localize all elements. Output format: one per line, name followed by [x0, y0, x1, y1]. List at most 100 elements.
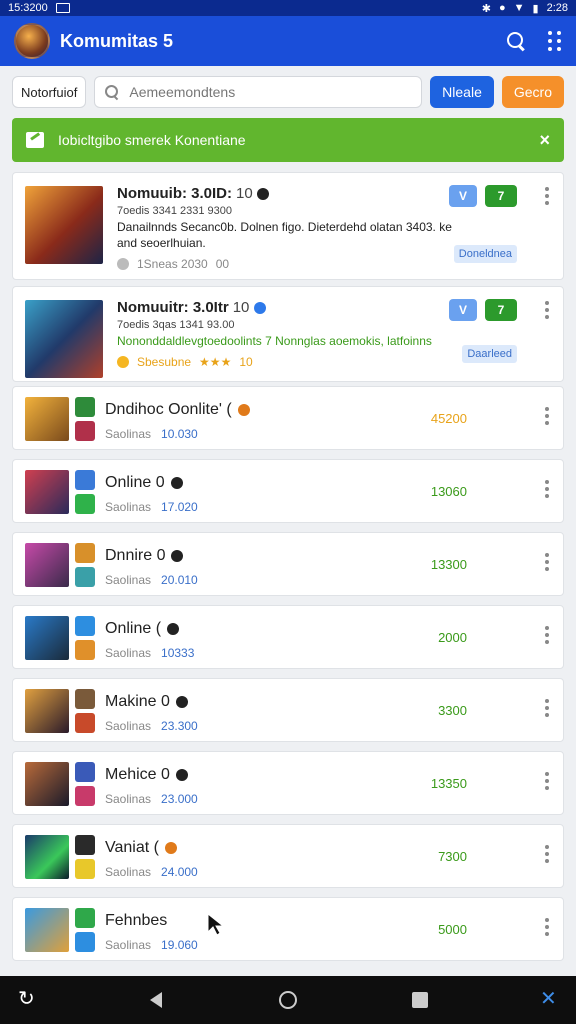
more-options-icon[interactable]: [545, 845, 549, 863]
sync-icon: ●: [498, 2, 506, 14]
close-icon[interactable]: ✕: [540, 986, 560, 1010]
recents-icon[interactable]: [412, 992, 428, 1008]
notification-banner: Iobicltgibo smerek Konentiane ×: [12, 118, 564, 162]
list-item[interactable]: Online 0 Saolinas 17.020 13060: [12, 459, 564, 523]
game-thumbnail: [25, 689, 69, 733]
search-icon: [105, 85, 119, 99]
more-options-icon[interactable]: [545, 626, 549, 644]
list-item[interactable]: Dnnire 0 Saolinas 20.010 13300: [12, 532, 564, 596]
item-price: 13350: [430, 776, 467, 791]
list-item[interactable]: Fehnbes Saolinas 19.060 5000: [12, 897, 564, 961]
item-subtitle: Saolinas 10333: [105, 646, 195, 660]
game-thumbnail: [25, 616, 69, 660]
app-icon: [75, 689, 95, 709]
item-title: Mehice 0: [105, 766, 188, 784]
mouse-cursor-icon: [207, 912, 225, 936]
badge-icon: [170, 477, 183, 489]
item-subtitle: Saolinas 20.010: [105, 573, 198, 587]
more-options-icon[interactable]: [545, 407, 549, 425]
item-subtitle: Saolinas 24.000: [105, 865, 198, 879]
system-nav-bar: ↻ ✕: [0, 976, 576, 1024]
app-icon: [75, 713, 95, 733]
verify-button[interactable]: V: [449, 299, 477, 321]
secondary-button[interactable]: Gecro: [501, 76, 564, 108]
item-price: 13300: [430, 557, 467, 572]
app-icon: [75, 397, 95, 417]
badge-icon: [253, 302, 266, 315]
list-item[interactable]: Online ( Saolinas 10333 2000: [12, 605, 564, 669]
status-time-right: 2:28: [546, 2, 568, 14]
list-item[interactable]: Mehice 0 Saolinas 23.000 13350: [12, 751, 564, 815]
item-title: Online (: [105, 620, 180, 638]
home-icon[interactable]: [279, 991, 297, 1009]
more-options-icon[interactable]: [545, 772, 549, 790]
item-subtitle: Saolinas 23.000: [105, 792, 198, 806]
battery-icon: ▮: [532, 2, 539, 15]
back-icon[interactable]: [150, 992, 162, 1008]
more-options-icon[interactable]: [545, 187, 549, 205]
item-subtitle: Saolinas 19.060: [105, 938, 198, 952]
card-rating: Sbesubne ★★★ 10: [117, 355, 253, 369]
list-item[interactable]: Makine 0 Saolinas 23.300 3300: [12, 678, 564, 742]
item-price: 45200: [430, 411, 467, 426]
card-description: Nononddaldlevgtoedoolints 7 Nonnglas aoe…: [117, 334, 432, 348]
app-icon: [75, 494, 95, 514]
wifi-icon: ▼: [513, 2, 525, 14]
badge-icon: [167, 623, 180, 635]
verify-button[interactable]: V: [449, 185, 477, 207]
game-thumbnail: [25, 762, 69, 806]
search-input[interactable]: Aemeemondtens: [94, 76, 423, 108]
app-icon: [75, 932, 95, 952]
mail-icon: [55, 3, 70, 13]
filter-row: Notorfuiof Aemeemondtens Nleale Gecro: [12, 76, 564, 108]
list-item[interactable]: Vaniat ( Saolinas 24.000 7300: [12, 824, 564, 888]
search-placeholder: Aemeemondtens: [129, 84, 236, 100]
item-price: 3300: [438, 703, 467, 718]
item-title: Fehnbes: [105, 912, 168, 929]
more-options-icon[interactable]: [545, 480, 549, 498]
primary-button[interactable]: Nleale: [430, 76, 494, 108]
status-time-left: 15:3200: [8, 2, 48, 14]
app-icon: [75, 616, 95, 636]
status-tag: Daarleed: [462, 345, 517, 363]
close-icon[interactable]: ×: [539, 130, 550, 151]
more-options-icon[interactable]: [545, 918, 549, 936]
game-thumbnail: [25, 397, 69, 441]
status-bar: 15:3200 ✱ ● ▼ ▮ 2:28: [0, 0, 576, 16]
featured-card[interactable]: Nomuuib: 3.0ID: 10 7oedis 3341 2331 9300 …: [12, 172, 564, 280]
star-badge-icon: [117, 356, 129, 368]
item-subtitle: Saolinas 23.300: [105, 719, 198, 733]
badge-icon: [175, 696, 188, 708]
assistant-icon[interactable]: ↻: [18, 986, 38, 1010]
more-options-icon[interactable]: [545, 553, 549, 571]
item-title: Dndihoc Oonlite' (: [105, 401, 250, 419]
app-icon: [75, 786, 95, 806]
app-icon: [75, 421, 95, 441]
edit-icon: [26, 132, 44, 148]
item-title: Makine 0: [105, 693, 188, 711]
grid-menu-icon[interactable]: [548, 31, 562, 51]
game-thumbnail: [25, 186, 103, 264]
more-options-icon[interactable]: [545, 699, 549, 717]
count-badge[interactable]: 7: [485, 299, 517, 321]
app-icon: [75, 567, 95, 587]
app-avatar[interactable]: [14, 23, 50, 59]
badge-icon: [171, 550, 184, 562]
item-title: Vaniat (: [105, 839, 177, 857]
stars-icon: ★★★: [199, 355, 232, 369]
badge-icon: [237, 404, 250, 416]
card-title: Nomuuib: 3.0ID: 10: [117, 185, 269, 202]
card-meta: 1Sneas 2030 00: [117, 257, 229, 271]
count-badge[interactable]: 7: [485, 185, 517, 207]
game-thumbnail: [25, 908, 69, 952]
more-options-icon[interactable]: [545, 301, 549, 319]
search-icon[interactable]: [506, 31, 526, 51]
filter-chip[interactable]: Notorfuiof: [12, 76, 87, 108]
item-subtitle: Saolinas 10.030: [105, 427, 198, 441]
list-item[interactable]: Dndihoc Oonlite' ( Saolinas 10.030 45200: [12, 386, 564, 450]
app-icon: [75, 543, 95, 563]
app-icon: [75, 908, 95, 928]
item-price: 7300: [438, 849, 467, 864]
app-icon: [75, 640, 95, 660]
featured-card[interactable]: Nomuuitr: 3.0Itr 10 7oedis 3qas 1341 93.0…: [12, 286, 564, 382]
